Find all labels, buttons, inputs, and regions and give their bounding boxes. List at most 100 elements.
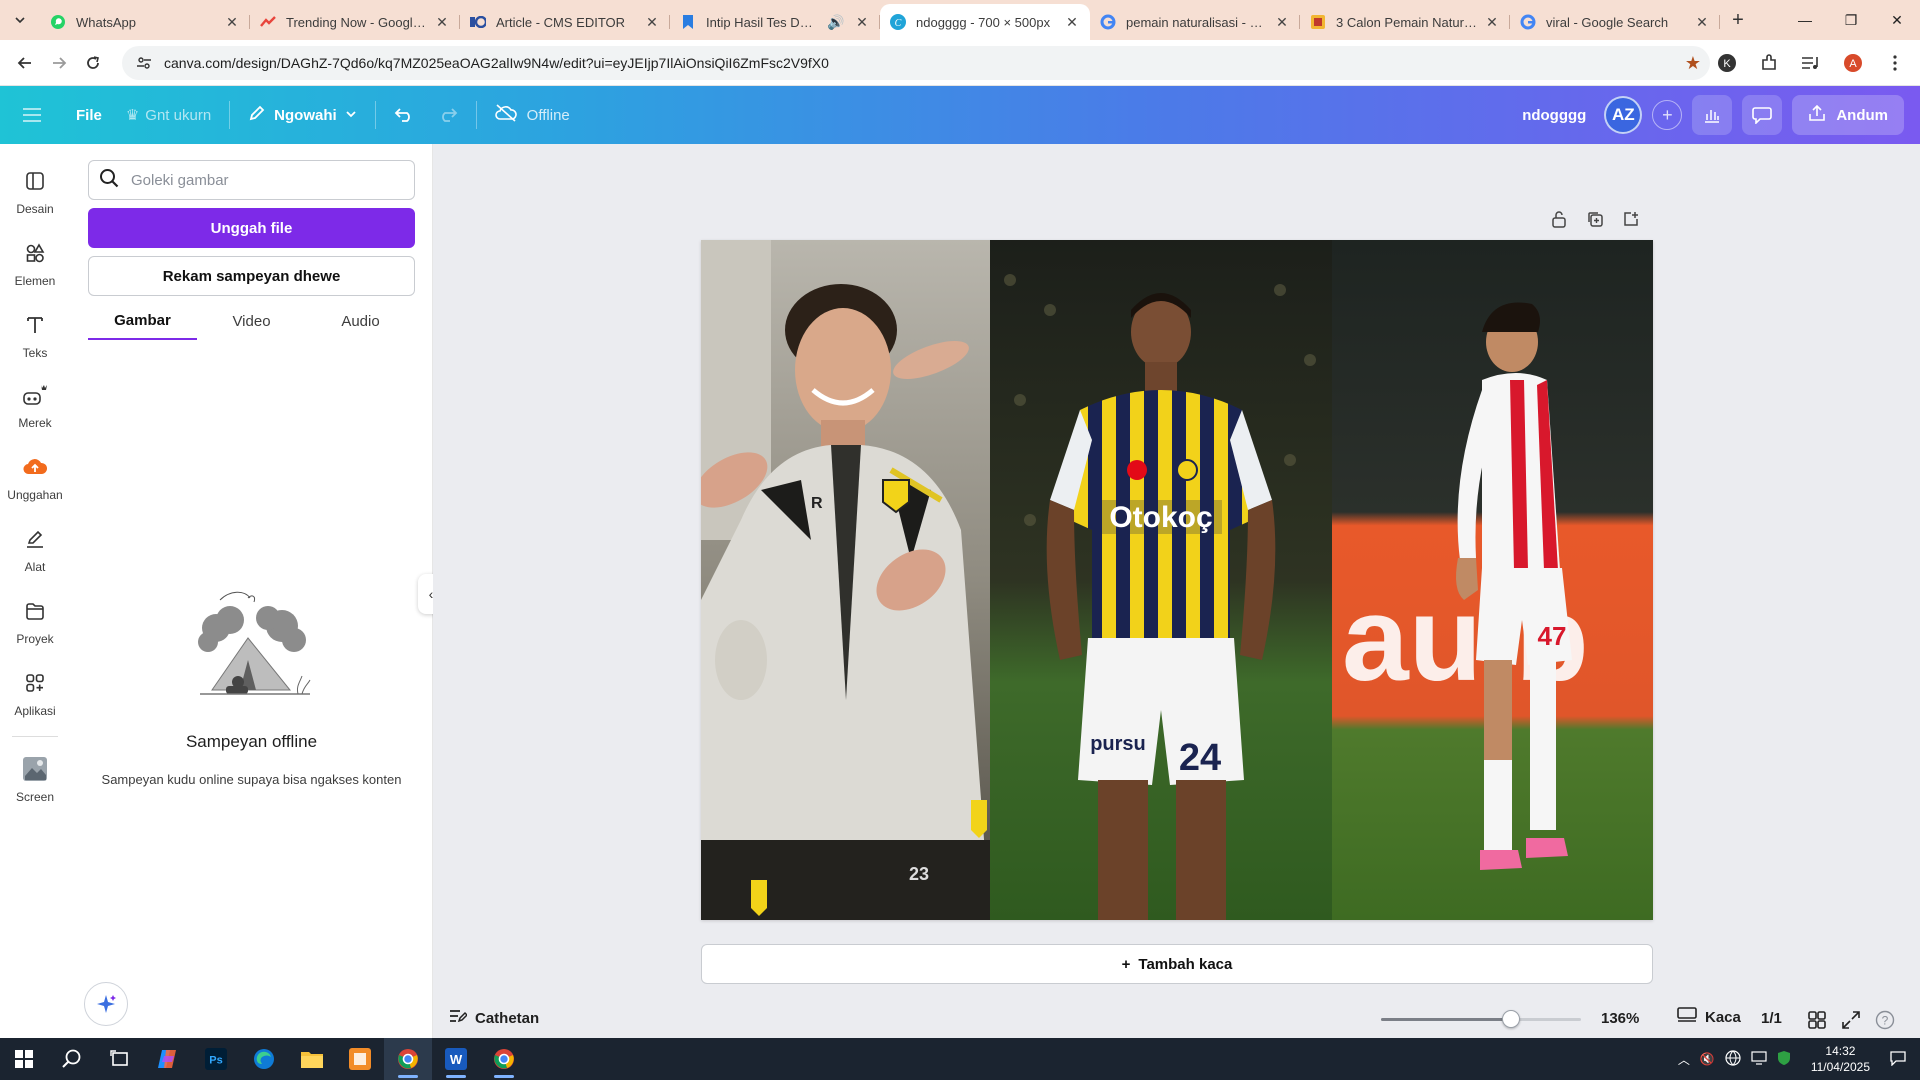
- close-window-icon[interactable]: ✕: [1874, 0, 1920, 40]
- browser-tab[interactable]: Trending Now - Google Tr ✕: [250, 6, 460, 38]
- image-search-box[interactable]: [88, 160, 415, 200]
- add-collaborator-icon[interactable]: +: [1652, 100, 1683, 130]
- share-button[interactable]: Andum: [1792, 95, 1904, 135]
- office-app-icon[interactable]: [336, 1038, 384, 1080]
- edit-mode-dropdown[interactable]: Ngowahi: [236, 95, 369, 135]
- bookmark-star-icon[interactable]: ★: [1676, 53, 1710, 74]
- redo-icon[interactable]: [426, 95, 470, 135]
- chrome-icon[interactable]: [384, 1038, 432, 1080]
- browser-tab[interactable]: Article - CMS EDITOR ✕: [460, 6, 670, 38]
- browser-tab[interactable]: viral - Google Search ✕: [1510, 6, 1720, 38]
- back-icon[interactable]: [8, 46, 42, 80]
- speaker-icon[interactable]: 🔊: [827, 14, 844, 30]
- magic-sparkle-icon[interactable]: [84, 982, 128, 1026]
- add-page-button[interactable]: + Tambah kaca: [701, 944, 1653, 984]
- tray-chevron-up-icon[interactable]: ︿: [1678, 1051, 1690, 1068]
- copilot-icon[interactable]: [144, 1038, 192, 1080]
- extensions-puzzle-icon[interactable]: [1752, 46, 1786, 80]
- new-tab-button[interactable]: +: [1720, 0, 1756, 40]
- notifications-icon[interactable]: [1890, 1050, 1906, 1069]
- resize-button[interactable]: ♛ Gnt ukurn: [114, 95, 223, 135]
- rail-item-projects[interactable]: Proyek: [0, 596, 70, 658]
- browser-tab[interactable]: WhatsApp ✕: [40, 6, 250, 38]
- forward-icon[interactable]: [42, 46, 76, 80]
- document-title[interactable]: ndogggg: [1522, 107, 1586, 124]
- clock[interactable]: 14:32 11/04/2025: [1811, 1043, 1870, 1075]
- url-text[interactable]: canva.com/design/DAGhZ-7Qd6o/kq7MZ025eaO…: [164, 55, 1676, 71]
- tab-close-icon[interactable]: ✕: [1694, 14, 1710, 30]
- file-menu[interactable]: File: [64, 95, 114, 135]
- browser-tab[interactable]: Intip Hasil Tes DNA Ra 🔊 ✕: [670, 6, 880, 38]
- tab-close-icon[interactable]: ✕: [434, 14, 450, 30]
- rail-item-screen[interactable]: Screen: [0, 754, 70, 816]
- offline-status[interactable]: Offline: [483, 95, 582, 135]
- rail-item-uploads[interactable]: Unggahan: [0, 452, 70, 514]
- media-control-icon[interactable]: [1794, 46, 1828, 80]
- zoom-slider[interactable]: [1381, 1010, 1581, 1028]
- tab-close-icon[interactable]: ✕: [854, 14, 870, 30]
- volume-muted-icon[interactable]: 🔇: [1700, 1052, 1715, 1066]
- minimize-icon[interactable]: —: [1782, 0, 1828, 40]
- duplicate-page-icon[interactable]: [1584, 208, 1606, 230]
- rail-item-text[interactable]: Teks: [0, 310, 70, 372]
- windows-start-icon[interactable]: [0, 1038, 48, 1080]
- search-input[interactable]: [131, 171, 391, 189]
- grid-view-icon[interactable]: [1805, 1008, 1829, 1032]
- search-icon[interactable]: [48, 1038, 96, 1080]
- comment-icon[interactable]: [1742, 95, 1783, 135]
- task-view-icon[interactable]: [96, 1038, 144, 1080]
- user-avatar[interactable]: AZ: [1604, 96, 1643, 134]
- rail-item-tools[interactable]: Alat: [0, 524, 70, 586]
- tab-close-icon[interactable]: ✕: [1484, 14, 1500, 30]
- address-bar[interactable]: canva.com/design/DAGhZ-7Qd6o/kq7MZ025eaO…: [122, 46, 1710, 80]
- plus-icon: +: [1121, 955, 1131, 973]
- photoshop-icon[interactable]: Ps: [192, 1038, 240, 1080]
- help-icon[interactable]: ?: [1873, 1008, 1897, 1032]
- zoom-value[interactable]: 136%: [1601, 1010, 1639, 1027]
- rail-item-design[interactable]: Desain: [0, 166, 70, 228]
- chrome-icon[interactable]: [480, 1038, 528, 1080]
- lock-icon[interactable]: [1548, 208, 1570, 230]
- zoom-slider-thumb[interactable]: [1502, 1010, 1520, 1028]
- file-explorer-icon[interactable]: [288, 1038, 336, 1080]
- tab-images[interactable]: Gambar: [88, 302, 197, 340]
- tab-close-icon[interactable]: ✕: [644, 14, 660, 30]
- word-icon[interactable]: W: [432, 1038, 480, 1080]
- notes-button[interactable]: Cathetan: [449, 1008, 539, 1028]
- rail-item-brand[interactable]: Merek: [0, 380, 70, 442]
- tab-videos[interactable]: Video: [197, 302, 306, 340]
- header-right-actions: ndogggg AZ + Andum: [1522, 95, 1904, 135]
- display-icon[interactable]: [1751, 1050, 1767, 1068]
- browser-tab-active[interactable]: C ndogggg - 700 × 500px ✕: [880, 4, 1090, 40]
- photo-player-white-red-jersey[interactable]: auıb 47: [1332, 240, 1653, 920]
- record-yourself-button[interactable]: Rekam sampeyan dhewe: [88, 256, 415, 296]
- tab-audio[interactable]: Audio: [306, 302, 415, 340]
- browser-tab[interactable]: 3 Calon Pemain Naturalis ✕: [1300, 6, 1510, 38]
- rail-item-apps[interactable]: Aplikasi: [0, 668, 70, 730]
- upload-file-button[interactable]: Unggah file: [88, 208, 415, 248]
- undo-icon[interactable]: [382, 95, 426, 135]
- photo-player-striped-jersey[interactable]: Otokoç 24 pursu: [990, 240, 1332, 920]
- reload-icon[interactable]: [76, 46, 110, 80]
- insights-chart-icon[interactable]: [1692, 95, 1733, 135]
- add-page-icon[interactable]: [1620, 208, 1642, 230]
- restore-icon[interactable]: ❐: [1828, 0, 1874, 40]
- main-menu-icon[interactable]: [10, 95, 54, 135]
- security-shield-icon[interactable]: [1777, 1050, 1791, 1069]
- language-globe-icon[interactable]: [1725, 1049, 1741, 1069]
- photo-player-grey-jacket[interactable]: R 23: [701, 240, 990, 920]
- browser-tab[interactable]: pemain naturalisasi - Goo ✕: [1090, 6, 1300, 38]
- pages-button[interactable]: Kaca: [1677, 1006, 1741, 1028]
- extension-k-icon[interactable]: K: [1710, 46, 1744, 80]
- rail-item-elements[interactable]: Elemen: [0, 238, 70, 300]
- profile-avatar[interactable]: A: [1836, 46, 1870, 80]
- chrome-menu-icon[interactable]: [1878, 46, 1912, 80]
- tab-close-icon[interactable]: ✕: [1274, 14, 1290, 30]
- tab-close-icon[interactable]: ✕: [224, 14, 240, 30]
- site-info-icon[interactable]: [134, 53, 154, 73]
- tab-close-icon[interactable]: ✕: [1064, 14, 1080, 30]
- fullscreen-icon[interactable]: [1839, 1008, 1863, 1032]
- tab-search-chevron-icon[interactable]: [0, 0, 40, 40]
- edge-icon[interactable]: [240, 1038, 288, 1080]
- design-canvas[interactable]: R 23 Otokoç 24 pursu auıb 47: [701, 240, 1653, 920]
